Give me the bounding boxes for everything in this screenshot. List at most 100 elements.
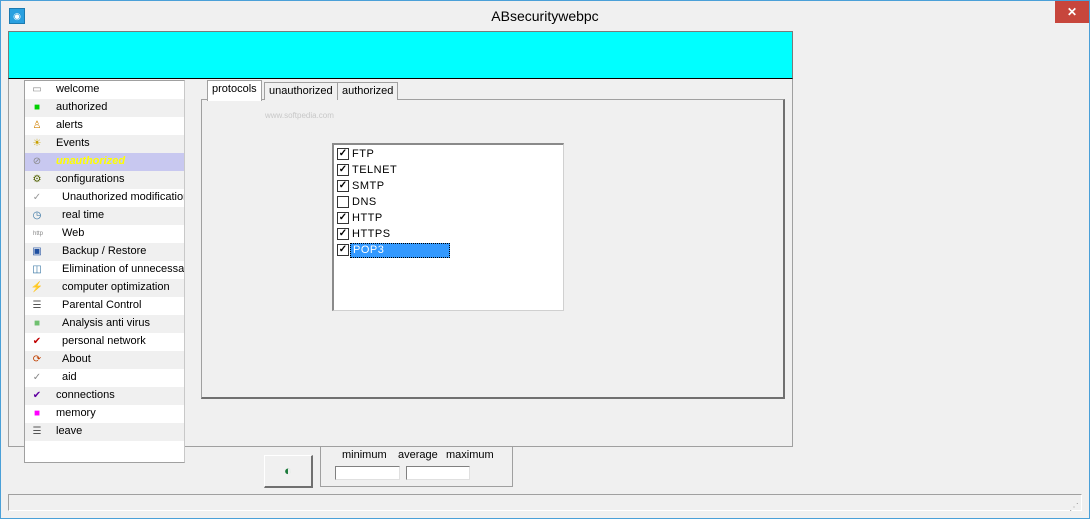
sidebar-item-label: unauthorized [56, 155, 126, 167]
sidebar-item-label: Parental Control [62, 299, 142, 311]
protocol-checkbox[interactable] [337, 196, 349, 208]
info-arrows-icon: ⟳ [32, 354, 42, 365]
sidebar-item-label: configurations [56, 173, 125, 185]
sidebar-item-connections[interactable]: ✔ connections [25, 387, 184, 405]
sidebar-item-label: Unauthorized modification [62, 191, 185, 203]
sidebar-item-alerts[interactable]: ♙ alerts [25, 117, 184, 135]
protocol-label: POP3 [350, 243, 450, 258]
protocol-item-https[interactable]: ✓ HTTPS [337, 227, 563, 243]
protocol-checkbox[interactable]: ✓ [337, 212, 349, 224]
sidebar-item-welcome[interactable]: ▭ welcome [25, 81, 184, 99]
title-bar[interactable]: ◉ ABsecuritywebpc ✕ [1, 1, 1089, 31]
person-alert-icon: ♙ [32, 120, 42, 131]
sidebar-item-events[interactable]: ☀ Events [25, 135, 184, 153]
resize-grip-icon[interactable]: ⋰ [1069, 503, 1081, 515]
protocol-checkbox[interactable]: ✓ [337, 244, 349, 256]
sidebar-item-label: welcome [56, 83, 100, 95]
link-check-icon: ✔ [32, 390, 42, 401]
sidebar-item-label: memory [56, 407, 96, 419]
sidebar-item-analysis-anti-virus[interactable]: ■ Analysis anti virus [25, 315, 184, 333]
sidebar-item-label: authorized [56, 101, 108, 113]
sidebar-item-real-time[interactable]: ◷ real time [25, 207, 184, 225]
sidebar-item-about[interactable]: ⟳ About [25, 351, 184, 369]
protocol-item-ftp[interactable]: ✓ FTP [337, 147, 563, 163]
magenta-square-icon: ■ [33, 408, 41, 419]
refresh-button[interactable]: ◐ [264, 455, 313, 488]
sidebar-item-label: alerts [56, 119, 83, 131]
lightbulb-icon: ☀ [32, 138, 42, 149]
sidebar-item-label: computer optimization [62, 281, 170, 293]
sidebar-item-label: real time [62, 209, 105, 221]
header-banner [8, 31, 793, 79]
protocol-checkbox[interactable]: ✓ [337, 148, 349, 160]
sidebar-item-personal-network[interactable]: ✔ personal network [25, 333, 184, 351]
sidebar-item-computer-optimization[interactable]: ⚡ computer optimization [25, 279, 184, 297]
sidebar-item-aid[interactable]: ✓ aid [25, 369, 184, 387]
no-entry-icon: ⊘ [32, 156, 42, 167]
sidebar-item-label: Elimination of unnecessary [62, 263, 185, 275]
sidebar-item-label: Web [62, 227, 85, 239]
tab-unauthorized[interactable]: unauthorized [264, 82, 338, 100]
close-button[interactable]: ✕ [1055, 1, 1089, 23]
sidebar-item-elimination-of-unnecessary[interactable]: ◫ Elimination of unnecessary [25, 261, 184, 279]
sidebar-item-configurations[interactable]: ⚙ configurations [25, 171, 184, 189]
protocol-checkbox[interactable]: ✓ [337, 180, 349, 192]
minimum-label: minimum [342, 449, 387, 461]
sidebar-item-unauthorized-modification[interactable]: ✓ Unauthorized modification [25, 189, 184, 207]
protocol-label: SMTP [352, 180, 385, 192]
help-check-icon: ✓ [32, 372, 42, 383]
sidebar-item-memory[interactable]: ■ memory [25, 405, 184, 423]
backup-disk-icon: ▣ [32, 246, 42, 257]
sidebar-item-leave[interactable]: ☰ leave [25, 423, 184, 441]
protocol-checkbox[interactable]: ✓ [337, 228, 349, 240]
minimum-field[interactable] [335, 466, 400, 480]
monitor-icon: ▭ [32, 84, 42, 95]
watermark: www.softpedia.com [265, 111, 334, 120]
sidebar-item-label: aid [62, 371, 77, 383]
shield-icon: ■ [33, 318, 41, 329]
sidebar-item-label: Backup / Restore [62, 245, 147, 257]
sidebar-item-label: Events [56, 137, 90, 149]
protocol-label: FTP [352, 148, 375, 160]
stats-panel: minimum average maximum [320, 447, 513, 487]
http-icon: http [32, 231, 43, 237]
trash-icon: ◫ [32, 264, 42, 275]
protocol-item-smtp[interactable]: ✓ SMTP [337, 179, 563, 195]
sidebar-item-backup-restore[interactable]: ▣ Backup / Restore [25, 243, 184, 261]
window-title: ABsecuritywebpc [491, 8, 599, 24]
wand-icon: ⚡ [30, 282, 44, 293]
sidebar: ▭ welcome ■ authorized ♙ alerts ☀ Events ⊘ unauth… [24, 80, 185, 463]
sidebar-item-parental-control[interactable]: ☰ Parental Control [25, 297, 184, 315]
sidebar-item-label: Analysis anti virus [62, 317, 151, 329]
exit-list-icon: ☰ [32, 426, 42, 437]
sidebar-item-label: connections [56, 389, 115, 401]
maximum-label: maximum [446, 449, 494, 461]
sidebar-item-label: leave [56, 425, 83, 437]
sidebar-item-unauthorized[interactable]: ⊘ unauthorized [25, 153, 184, 171]
protocol-label: HTTPS [352, 228, 391, 240]
sidebar-item-authorized[interactable]: ■ authorized [25, 99, 184, 117]
sidebar-item-label: personal network [62, 335, 146, 347]
protocol-label: TELNET [352, 164, 398, 176]
tab-protocols[interactable]: protocols [207, 80, 262, 101]
protocol-list[interactable]: ✓ FTP ✓ TELNET ✓ SMTP DNS ✓ HTTP ✓ HTTPS ✓ POP3 [332, 143, 564, 311]
protocol-checkbox[interactable]: ✓ [337, 164, 349, 176]
status-bar [8, 494, 1082, 511]
protocol-item-pop3[interactable]: ✓ POP3 [337, 243, 563, 259]
sidebar-item-web[interactable]: http Web [25, 225, 184, 243]
clock-icon: ◷ [32, 210, 42, 221]
average-field[interactable] [406, 466, 470, 480]
sidebar-item-label: About [62, 353, 91, 365]
protocol-item-http[interactable]: ✓ HTTP [337, 211, 563, 227]
network-check-icon: ✔ [32, 336, 42, 347]
list-icon: ☰ [32, 300, 42, 311]
settings-disk-icon: ⚙ [32, 174, 42, 185]
check-icon: ✓ [32, 192, 42, 203]
protocol-item-telnet[interactable]: ✓ TELNET [337, 163, 563, 179]
protocol-item-dns[interactable]: DNS [337, 195, 563, 211]
protocol-label: DNS [352, 196, 377, 208]
protocol-label: HTTP [352, 212, 383, 224]
refresh-icon: ◐ [284, 463, 292, 478]
average-label: average [398, 449, 438, 461]
tab-authorized[interactable]: authorized [337, 82, 399, 100]
